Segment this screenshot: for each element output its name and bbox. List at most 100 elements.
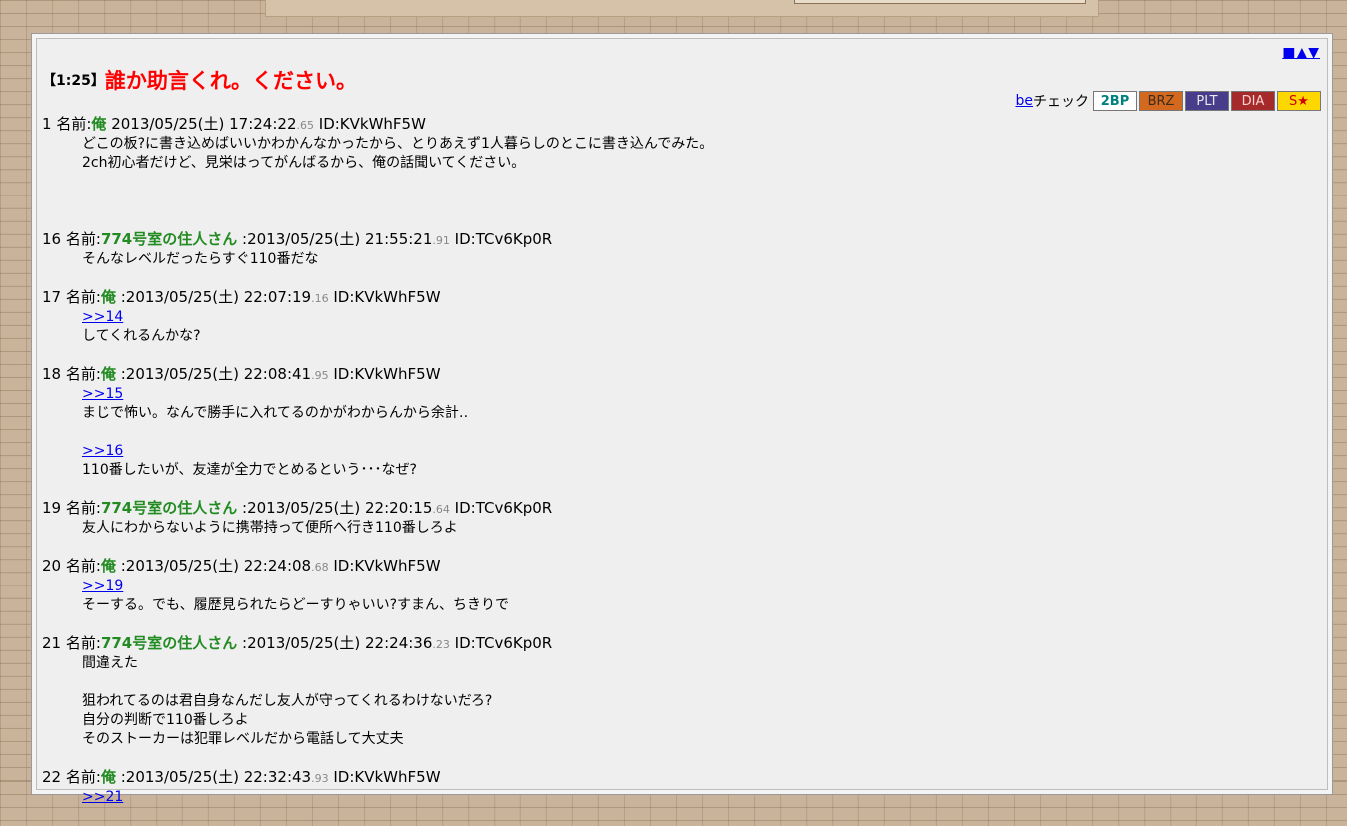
badge-2bp[interactable]: 2BP bbox=[1093, 91, 1137, 111]
post-header: 19 名前:774号室の住人さん :2013/05/25(土) 22:20:15… bbox=[42, 499, 1312, 519]
post-body: >>15 まじで怖い。なんで勝手に入れてるのかがわからんから余計‥ >>16 1… bbox=[82, 385, 1312, 480]
be-check-bar: be チェック 2BP BRZ PLT DIA S★ bbox=[1016, 91, 1321, 111]
post-line: してくれるんかな? bbox=[82, 328, 201, 344]
name-label: 名前: bbox=[65, 288, 101, 306]
post-list: 1 名前:俺 2013/05/25(土) 17:24:22.65 ID:KVkW… bbox=[42, 115, 1312, 826]
reply-anchor-link[interactable]: >>19 bbox=[82, 578, 123, 594]
post-number: 18 bbox=[42, 365, 62, 383]
poster-id: ID:KVkWhF5W bbox=[333, 288, 441, 306]
post-ms: .68 bbox=[311, 561, 329, 574]
top-header-tab bbox=[794, 0, 1086, 4]
name-label: 名前: bbox=[65, 557, 101, 575]
post-body: 間違えた 狙われてるのは君自身なんだし友人が守ってくれるわけないだろ? 自分の判… bbox=[82, 654, 1312, 749]
post-19: 19 名前:774号室の住人さん :2013/05/25(土) 22:20:15… bbox=[42, 499, 1312, 538]
poster-id: ID:TCv6Kp0R bbox=[454, 230, 553, 248]
name-label: 名前: bbox=[65, 230, 101, 248]
name-label: 名前: bbox=[65, 768, 101, 786]
post-ms: .65 bbox=[296, 119, 314, 132]
post-datetime: :2013/05/25(土) 22:07:19 bbox=[120, 288, 312, 306]
be-link[interactable]: be bbox=[1016, 93, 1034, 109]
poster-id: ID:TCv6Kp0R bbox=[454, 634, 553, 652]
poster-name: 俺 bbox=[91, 115, 107, 133]
post-ms: .95 bbox=[311, 369, 329, 382]
post-body: そんなレベルだったらすぐ110番だな bbox=[82, 250, 1312, 269]
post-line: 自分の判断で110番しろよ bbox=[82, 712, 249, 728]
post-body: 友人にわからないように携帯持って便所へ行き110番しろよ bbox=[82, 519, 1312, 538]
post-number: 16 bbox=[42, 230, 62, 248]
thread-panel: ■▲▼ 【1:25】誰か助言くれ。ください。 be チェック 2BP BRZ PL… bbox=[31, 33, 1333, 805]
post-datetime: :2013/05/25(土) 21:55:21 bbox=[242, 230, 433, 248]
post-line: 2ch初心者だけど、見栄はってがんばるから、俺の話聞いてください。 bbox=[82, 155, 526, 171]
poster-name: 774号室の住人さん bbox=[100, 230, 238, 248]
post-header: 22 名前:俺 :2013/05/25(土) 22:32:43.93 ID:KV… bbox=[42, 768, 1312, 788]
post-body: >>14 してくれるんかな? bbox=[82, 308, 1312, 346]
post-number: 22 bbox=[42, 768, 62, 786]
post-line bbox=[82, 673, 1312, 692]
reply-anchor-link[interactable]: >>16 bbox=[82, 443, 123, 459]
name-label: 名前: bbox=[65, 634, 101, 652]
post-20: 20 名前:俺 :2013/05/25(土) 22:24:08.68 ID:KV… bbox=[42, 557, 1312, 615]
badge-brz[interactable]: BRZ bbox=[1139, 91, 1183, 111]
reply-anchor-link[interactable]: >>21 bbox=[82, 789, 123, 805]
name-label: 名前: bbox=[65, 365, 101, 383]
post-datetime: 2013/05/25(土) 17:24:22 bbox=[111, 115, 297, 133]
post-header: 18 名前:俺 :2013/05/25(土) 22:08:41.95 ID:KV… bbox=[42, 365, 1312, 385]
poster-id: ID:KVkWhF5W bbox=[318, 115, 426, 133]
post-datetime: :2013/05/25(土) 22:32:43 bbox=[120, 768, 312, 786]
post-line: 110番したいが、友達が全力でとめるという･･･なぜ? bbox=[82, 462, 417, 478]
post-18: 18 名前:俺 :2013/05/25(土) 22:08:41.95 ID:KV… bbox=[42, 365, 1312, 480]
post-number: 20 bbox=[42, 557, 62, 575]
post-22: 22 名前:俺 :2013/05/25(土) 22:32:43.93 ID:KV… bbox=[42, 768, 1312, 807]
top-header-strip bbox=[265, 0, 1099, 17]
badge-s-star[interactable]: S★ bbox=[1277, 91, 1321, 111]
thread-title: 【1:25】誰か助言くれ。ください。 bbox=[42, 65, 357, 95]
post-header: 16 名前:774号室の住人さん :2013/05/25(土) 21:55:21… bbox=[42, 230, 1312, 250]
post-ms: .64 bbox=[432, 503, 450, 516]
post-21: 21 名前:774号室の住人さん :2013/05/25(土) 22:24:36… bbox=[42, 634, 1312, 749]
poster-name: 774号室の住人さん bbox=[100, 499, 238, 517]
post-header: 17 名前:俺 :2013/05/25(土) 22:07:19.16 ID:KV… bbox=[42, 288, 1312, 308]
post-ms: .16 bbox=[311, 292, 329, 305]
post-body: どこの板?に書き込めばいいかわかんなかったから、とりあえず1人暮らしのとこに書き… bbox=[82, 135, 1312, 173]
post-datetime: :2013/05/25(土) 22:24:08 bbox=[120, 557, 312, 575]
name-label: 名前: bbox=[56, 115, 92, 133]
name-label: 名前: bbox=[65, 499, 101, 517]
post-line: そーする。でも、履歴見られたらどーすりゃいい?すまん、ちきりで bbox=[82, 597, 510, 613]
thread-number: 【1:25】 bbox=[42, 73, 105, 89]
post-header: 20 名前:俺 :2013/05/25(土) 22:24:08.68 ID:KV… bbox=[42, 557, 1312, 577]
poster-name: 俺 bbox=[100, 365, 116, 383]
poster-name: 俺 bbox=[100, 557, 116, 575]
post-ms: .23 bbox=[432, 638, 450, 651]
post-ms: .91 bbox=[432, 234, 450, 247]
post-datetime: :2013/05/25(土) 22:24:36 bbox=[242, 634, 433, 652]
post-line: まじで怖い。なんで勝手に入れてるのかがわからんから余計‥ bbox=[82, 405, 469, 421]
post-17: 17 名前:俺 :2013/05/25(土) 22:07:19.16 ID:KV… bbox=[42, 288, 1312, 346]
post-line: そんなレベルだったらすぐ110番だな bbox=[82, 251, 319, 267]
poster-id: ID:KVkWhF5W bbox=[333, 365, 441, 383]
badge-dia[interactable]: DIA bbox=[1231, 91, 1275, 111]
nav-arrows-link[interactable]: ■▲▼ bbox=[1282, 45, 1320, 61]
post-body: >>21 bbox=[82, 788, 1312, 807]
post-number: 19 bbox=[42, 499, 62, 517]
post-header: 1 名前:俺 2013/05/25(土) 17:24:22.65 ID:KVkW… bbox=[42, 115, 1312, 135]
reply-anchor-link[interactable]: >>15 bbox=[82, 386, 123, 402]
post-ms: .93 bbox=[311, 772, 329, 785]
post-line: 友人にわからないように携帯持って便所へ行き110番しろよ bbox=[82, 520, 458, 536]
post-line: 間違えた bbox=[82, 655, 138, 671]
badge-plt[interactable]: PLT bbox=[1185, 91, 1229, 111]
poster-id: ID:KVkWhF5W bbox=[333, 557, 441, 575]
post-1: 1 名前:俺 2013/05/25(土) 17:24:22.65 ID:KVkW… bbox=[42, 115, 1312, 211]
post-body: >>19 そーする。でも、履歴見られたらどーすりゃいい?すまん、ちきりで bbox=[82, 577, 1312, 615]
post-16: 16 名前:774号室の住人さん :2013/05/25(土) 21:55:21… bbox=[42, 230, 1312, 269]
reply-anchor-link[interactable]: >>14 bbox=[82, 309, 123, 325]
poster-name: 774号室の住人さん bbox=[100, 634, 238, 652]
post-number: 17 bbox=[42, 288, 62, 306]
poster-name: 俺 bbox=[100, 768, 116, 786]
post-number: 21 bbox=[42, 634, 62, 652]
poster-id: ID:KVkWhF5W bbox=[333, 768, 441, 786]
post-number: 1 bbox=[42, 115, 52, 133]
post-datetime: :2013/05/25(土) 22:08:41 bbox=[120, 365, 312, 383]
post-header: 21 名前:774号室の住人さん :2013/05/25(土) 22:24:36… bbox=[42, 634, 1312, 654]
post-datetime: :2013/05/25(土) 22:20:15 bbox=[242, 499, 433, 517]
poster-name: 俺 bbox=[100, 288, 116, 306]
